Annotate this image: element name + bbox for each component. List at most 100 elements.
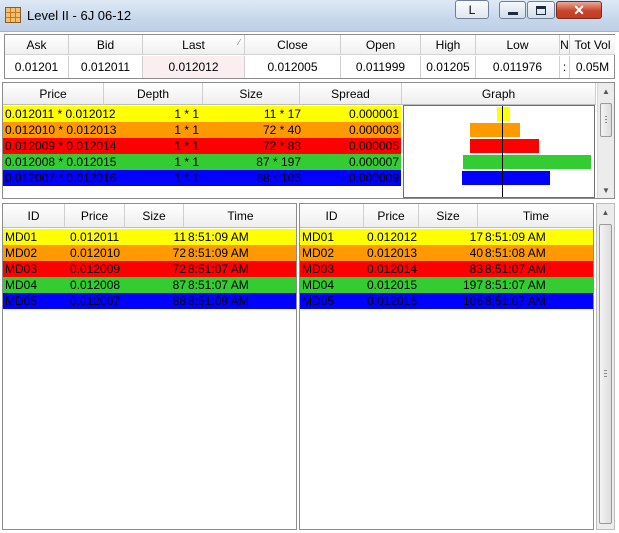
scroll-up-icon[interactable]: ▲	[597, 204, 614, 220]
sort-icon: ⁄	[238, 38, 240, 47]
depth-row[interactable]: 0.012010 * 0.012013 1 * 1 72 * 40 0.000003	[3, 122, 401, 138]
ask-header-time[interactable]: Time	[478, 204, 593, 228]
row-id: MD04	[5, 278, 38, 292]
graph-axis	[502, 106, 503, 197]
bid-row[interactable]: MD04 0.012008 87 8:51:07 AM	[3, 277, 296, 293]
depth-row[interactable]: 0.012011 * 0.012012 1 * 1 11 * 17 0.000001	[3, 106, 401, 122]
bid-row[interactable]: MD02 0.012010 72 8:51:09 AM	[3, 245, 296, 261]
ask-row[interactable]: MD05 0.012016 106 8:51:07 AM	[300, 293, 593, 309]
depth-row[interactable]: 0.012009 * 0.012014 1 * 1 72 * 83 0.000005	[3, 138, 401, 154]
header-ask[interactable]: Ask	[5, 35, 69, 55]
row-price: 0.012015	[367, 278, 418, 292]
row-id: MD03	[5, 262, 38, 276]
depth-header-price[interactable]: Price	[3, 83, 104, 105]
row-id: MD05	[302, 294, 335, 308]
maximize-button[interactable]	[527, 1, 555, 19]
bid-row[interactable]: MD01 0.012011 11 8:51:09 AM	[3, 229, 296, 245]
scroll-thumb[interactable]	[599, 224, 612, 524]
header-last-label: Last	[182, 37, 205, 52]
minimize-icon	[507, 11, 518, 15]
ask-row[interactable]: MD04 0.012015 197 8:51:07 AM	[300, 277, 593, 293]
depth-row[interactable]: 0.012007 * 0.012016 1 * 1 88 * 106 0.000009	[3, 170, 401, 186]
depth-row[interactable]: 0.012008 * 0.012015 1 * 1 87 * 197 0.000007	[3, 154, 401, 170]
ask-row[interactable]: MD03 0.012014 83 8:51:07 AM	[300, 261, 593, 277]
minimize-button[interactable]	[499, 1, 526, 19]
depth-count: 1 * 1	[174, 155, 199, 169]
row-id: MD05	[5, 294, 38, 308]
scroll-thumb[interactable]	[600, 103, 612, 137]
close-icon: ✕	[573, 2, 585, 18]
depth-spread: 0.000009	[348, 171, 399, 185]
lists-scrollbar[interactable]: ▲	[596, 203, 615, 530]
depth-size: 11 * 17	[263, 107, 301, 121]
row-id: MD01	[5, 230, 38, 244]
header-last[interactable]: Last ⁄	[143, 35, 245, 55]
bid-row[interactable]: MD05 0.012007 88 8:51:09 AM	[3, 293, 296, 309]
header-bid[interactable]: Bid	[69, 35, 143, 55]
value-high: 0.01205	[421, 56, 476, 78]
depth-size: 88 * 106	[256, 171, 301, 185]
header-n[interactable]: N	[560, 35, 570, 55]
ask-header-size[interactable]: Size	[419, 204, 478, 228]
depth-size: 87 * 197	[256, 155, 301, 169]
row-time: 8:51:09 AM	[188, 294, 249, 308]
value-open: 0.011999	[341, 56, 421, 78]
row-time: 8:51:07 AM	[485, 278, 546, 292]
header-tot-vol[interactable]: Tot Vol	[570, 35, 615, 55]
maximize-icon	[536, 5, 546, 15]
row-size: 197	[462, 278, 483, 292]
header-close[interactable]: Close	[245, 35, 341, 55]
ask-row[interactable]: MD01 0.012012 17 8:51:09 AM	[300, 229, 593, 245]
bid-header-size[interactable]: Size	[125, 204, 184, 228]
close-button[interactable]: ✕	[556, 1, 602, 19]
header-low[interactable]: Low	[476, 35, 560, 55]
row-id: MD02	[302, 246, 335, 260]
bid-header-price[interactable]: Price	[65, 204, 125, 228]
row-size: 11	[173, 230, 186, 244]
value-close: 0.012005	[245, 56, 341, 78]
row-price: 0.012016	[367, 294, 418, 308]
depth-spread: 0.000005	[348, 139, 399, 153]
header-open[interactable]: Open	[341, 35, 421, 55]
bid-header-time[interactable]: Time	[184, 204, 296, 228]
row-price: 0.012009	[70, 262, 121, 276]
graph-bar	[497, 107, 510, 121]
graph-bar	[462, 171, 550, 185]
depth-size: 72 * 83	[262, 139, 301, 153]
depth-header-depth[interactable]: Depth	[104, 83, 203, 105]
depth-count: 1 * 1	[174, 107, 199, 121]
row-size: 106	[462, 294, 483, 308]
l-button[interactable]: L	[455, 0, 489, 19]
bid-list: ID Price Size Time MD01 0.012011 11 8:51:09…	[2, 203, 297, 530]
depth-header-size[interactable]: Size	[203, 83, 300, 105]
depth-header-spread[interactable]: Spread	[300, 83, 402, 105]
value-ask: 0.01201	[5, 56, 69, 78]
scroll-down-icon[interactable]: ▼	[598, 182, 614, 198]
bid-row[interactable]: MD03 0.012009 72 8:51:07 AM	[3, 261, 296, 277]
depth-price: 0.012010 * 0.012013	[5, 123, 117, 137]
ask-row[interactable]: MD02 0.012013 40 8:51:08 AM	[300, 245, 593, 261]
scroll-up-icon[interactable]: ▲	[598, 83, 614, 99]
quote-strip: Ask Bid Last ⁄ Close Open High Low N Tot…	[4, 34, 615, 79]
header-high[interactable]: High	[421, 35, 476, 55]
row-id: MD03	[302, 262, 335, 276]
value-last: 0.012012	[143, 56, 245, 78]
ask-header-price[interactable]: Price	[364, 204, 419, 228]
graph-bar	[469, 139, 540, 153]
value-bid: 0.012011	[69, 56, 143, 78]
value-n: :	[560, 56, 570, 78]
graph-bar	[469, 123, 520, 137]
ask-header-id[interactable]: ID	[300, 204, 364, 228]
depth-header-graph[interactable]: Graph	[402, 83, 596, 105]
row-price: 0.012013	[367, 246, 418, 260]
depth-price: 0.012009 * 0.012014	[5, 139, 117, 153]
row-size: 72	[172, 246, 186, 260]
bid-header-id[interactable]: ID	[3, 204, 65, 228]
depth-scrollbar[interactable]: ▲ ▼	[597, 83, 614, 198]
depth-price: 0.012008 * 0.012015	[5, 155, 117, 169]
row-time: 8:51:09 AM	[485, 230, 546, 244]
row-size: 87	[172, 278, 186, 292]
value-tot-vol: 0.05M	[575, 60, 610, 74]
depth-spread: 0.000007	[348, 155, 399, 169]
title-bar[interactable]: Level II - 6J 06-12 L ✕	[0, 0, 619, 32]
